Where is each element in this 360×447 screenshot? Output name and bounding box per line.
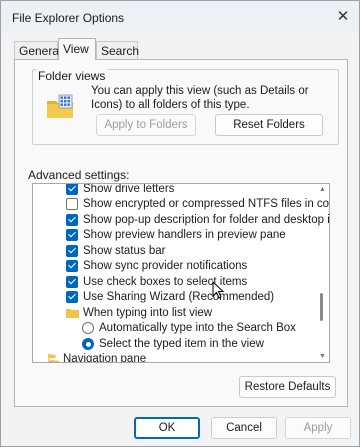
file-explorer-options-dialog: File Explorer Options ✕ General View Sea… — [0, 0, 360, 447]
tab-general[interactable]: General — [14, 41, 62, 60]
checkbox-sync-provider[interactable] — [66, 260, 78, 272]
checkbox-sharing-wizard[interactable] — [66, 291, 78, 303]
list-item-label: Navigation pane — [63, 353, 147, 363]
list-item[interactable]: Show drive letters — [33, 183, 315, 197]
list-item-label: Show sync provider notifications — [83, 260, 248, 272]
list-item[interactable]: Show pop-up description for folder and d… — [33, 212, 329, 228]
list-item-label: Show drive letters — [83, 183, 175, 195]
list-item-label: Show encrypted or compressed NTFS files … — [83, 198, 330, 210]
list-item-label: Automatically type into the Search Box — [99, 322, 296, 334]
checkbox-check-boxes[interactable] — [66, 276, 78, 288]
list-item: Navigation pane — [33, 351, 315, 363]
list-item[interactable]: Show sync provider notifications — [33, 258, 315, 274]
folder-icon — [66, 309, 79, 318]
checkbox-show-drive-letters[interactable] — [66, 184, 78, 195]
list-item[interactable]: Show preview handlers in preview pane — [33, 227, 315, 243]
list-item[interactable]: Use check boxes to select items — [33, 274, 315, 290]
list-item-label: Show status bar — [83, 245, 166, 257]
scroll-thumb[interactable] — [320, 293, 323, 321]
list-item-label: When typing into list view — [83, 307, 213, 319]
list-item[interactable]: Use Sharing Wizard (Recommended) — [33, 289, 315, 305]
reset-folders-button[interactable]: Reset Folders — [215, 114, 323, 136]
checkbox-show-encrypted-colour[interactable] — [66, 198, 78, 210]
folder-views-legend: Folder views — [36, 69, 108, 83]
radio-select-typed-item[interactable] — [82, 338, 94, 350]
vertical-scrollbar[interactable]: ▲ ▼ — [317, 186, 327, 360]
checkbox-status-bar[interactable] — [66, 245, 78, 257]
list-item[interactable]: Show encrypted or compressed NTFS files … — [33, 196, 329, 212]
view-tab-panel: Folder views You can apply this view (su… — [14, 59, 348, 407]
radio-auto-type-search[interactable] — [82, 322, 94, 334]
tab-view[interactable]: View — [58, 38, 96, 60]
advanced-settings-list[interactable]: Show drive letters Show encrypted or com… — [32, 183, 330, 363]
folder-views-group: Folder views You can apply this view (su… — [32, 69, 339, 145]
ok-button[interactable]: OK — [134, 417, 200, 439]
list-item-label: Show pop-up description for folder and d… — [83, 214, 330, 226]
apply-button[interactable]: Apply — [285, 417, 351, 439]
apply-to-folders-button[interactable]: Apply to Folders — [96, 114, 196, 136]
folder-grid-icon — [47, 94, 73, 118]
mouse-pointer-icon — [212, 281, 225, 299]
list-item-label: Select the typed item in the view — [99, 338, 264, 350]
list-item[interactable]: Automatically type into the Search Box — [33, 320, 315, 336]
folder-tree-icon — [48, 354, 59, 362]
close-icon[interactable]: ✕ — [335, 9, 351, 25]
window-title: File Explorer Options — [12, 11, 125, 25]
folder-views-description: You can apply this view (such as Details… — [91, 85, 309, 111]
list-item-label: Show preview handlers in preview pane — [83, 229, 286, 241]
advanced-settings-label: Advanced settings: — [28, 168, 130, 182]
scroll-up-arrow-icon[interactable]: ▲ — [319, 186, 326, 193]
cancel-button[interactable]: Cancel — [211, 417, 277, 439]
tab-search[interactable]: Search — [96, 41, 139, 60]
list-item-label: Use Sharing Wizard (Recommended) — [83, 291, 275, 303]
title-bar[interactable]: File Explorer Options ✕ — [1, 1, 359, 33]
checkbox-popup-description[interactable] — [66, 214, 78, 226]
list-item[interactable]: Show status bar — [33, 243, 315, 259]
checkbox-preview-handlers[interactable] — [66, 229, 78, 241]
restore-defaults-button[interactable]: Restore Defaults — [239, 376, 336, 398]
scroll-down-arrow-icon[interactable]: ▼ — [319, 353, 326, 360]
list-item[interactable]: Select the typed item in the view — [33, 336, 315, 352]
list-item: When typing into list view — [33, 305, 315, 321]
